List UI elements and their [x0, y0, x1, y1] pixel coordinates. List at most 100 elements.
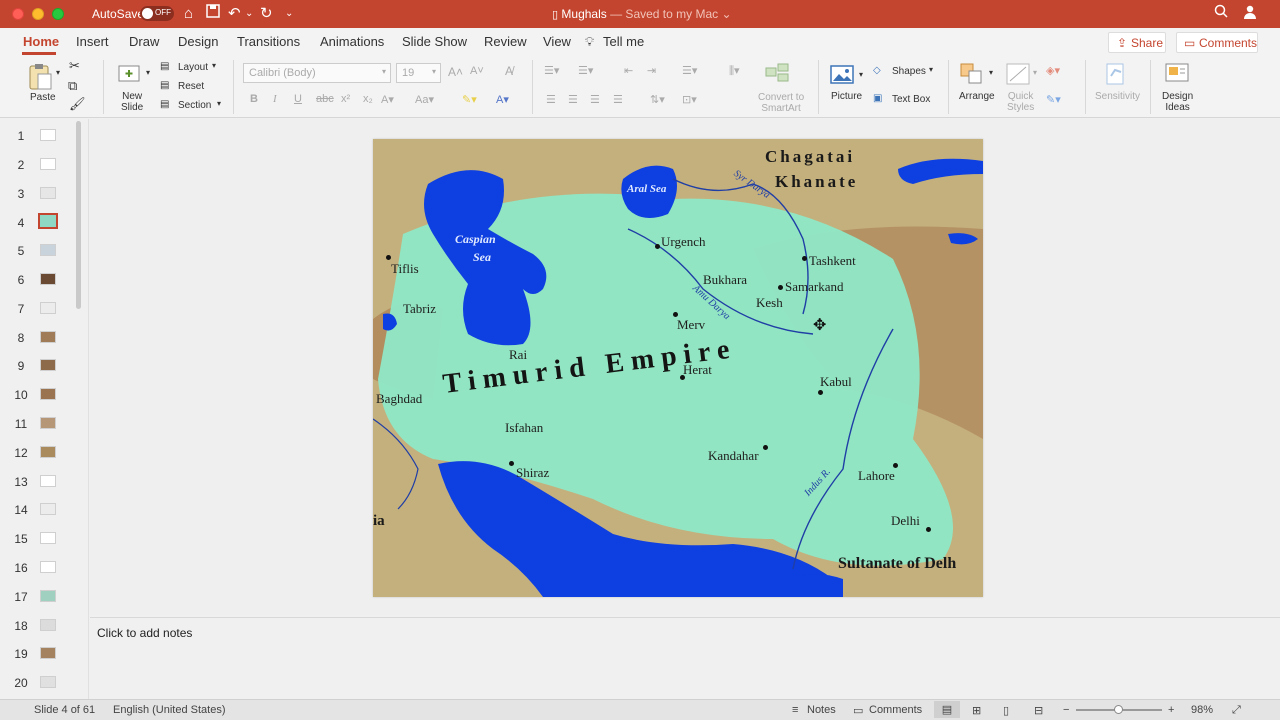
fit-to-window-icon[interactable]: ⤢	[1232, 704, 1241, 717]
arrange-icon[interactable]	[959, 62, 985, 89]
section-dropdown-icon[interactable]: ▾	[217, 99, 221, 108]
highlight-icon[interactable]: ✎▾	[462, 93, 477, 106]
increase-indent-icon[interactable]: ⇥	[647, 64, 656, 77]
font-size-dropdown-icon[interactable]: ▾	[432, 67, 436, 76]
slide-thumbnail-active[interactable]: 4	[0, 211, 80, 235]
account-icon[interactable]	[1242, 4, 1258, 26]
align-left-icon[interactable]: ☰	[546, 93, 556, 106]
zoom-out-icon[interactable]: −	[1063, 704, 1069, 716]
convert-smartart-label[interactable]: Convert to SmartArt	[758, 92, 804, 114]
quick-styles-dropdown-icon[interactable]: ▾	[1033, 68, 1037, 77]
font-size-field[interactable]: 19 ▾	[396, 63, 441, 83]
notes-placeholder[interactable]: Click to add notes	[97, 626, 192, 640]
align-text-icon[interactable]: ⊡▾	[682, 93, 697, 106]
slide-thumbnail[interactable]: 17	[0, 586, 80, 610]
new-slide-dropdown-icon[interactable]: ▾	[146, 68, 150, 77]
section-button[interactable]: Section	[178, 100, 211, 111]
new-slide-icon[interactable]	[116, 62, 142, 89]
layout-dropdown-icon[interactable]: ▾	[212, 61, 216, 70]
minimize-window-button[interactable]	[32, 8, 44, 20]
customize-toolbar-icon[interactable]: ⌄	[285, 4, 293, 24]
shape-outline-icon[interactable]: ✎▾	[1046, 93, 1061, 106]
tab-tell-me[interactable]: Tell me	[603, 34, 644, 49]
zoom-level[interactable]: 98%	[1191, 704, 1213, 716]
sensitivity-label[interactable]: Sensitivity	[1095, 91, 1140, 102]
slide-thumbnail[interactable]: 10	[0, 384, 80, 408]
sensitivity-icon[interactable]	[1103, 62, 1129, 89]
strikethrough-icon[interactable]: abc	[316, 93, 334, 105]
text-effects-icon[interactable]: A▾	[381, 93, 394, 106]
reading-view-icon[interactable]: ▯	[1003, 704, 1009, 717]
arrange-dropdown-icon[interactable]: ▾	[989, 68, 993, 77]
change-case-icon[interactable]: Aa▾	[415, 93, 434, 106]
increase-font-icon[interactable]: A˄	[448, 65, 463, 79]
undo-icon[interactable]: ↶	[228, 4, 241, 24]
columns-icon[interactable]: ⫼▾	[729, 64, 740, 78]
redo-icon[interactable]: ↻	[260, 4, 273, 24]
notes-pane[interactable]: Click to add notes	[90, 617, 1280, 699]
tab-review[interactable]: Review	[484, 34, 527, 49]
numbering-icon[interactable]: ☰▾	[578, 64, 593, 77]
slide-thumbnail[interactable]: 20	[0, 672, 80, 696]
line-spacing-icon[interactable]: ☰▾	[682, 64, 697, 77]
font-name-field[interactable]: Calibri (Body) ▾	[243, 63, 391, 83]
clear-format-icon[interactable]: A̸	[505, 64, 513, 78]
slide-thumbnail[interactable]: 18	[0, 615, 80, 639]
slide-thumbnail[interactable]: 19	[0, 643, 80, 667]
slideshow-view-icon[interactable]: ⊟	[1034, 704, 1043, 717]
text-direction-icon[interactable]: ⇅▾	[650, 93, 665, 106]
slide-thumbnail[interactable]: 6	[0, 269, 80, 293]
format-painter-icon[interactable]: 🖌︎	[69, 96, 86, 112]
layout-button[interactable]: Layout	[178, 62, 208, 73]
comments-status-button[interactable]: Comments	[869, 704, 922, 716]
slide-thumbnail[interactable]: 12	[0, 442, 80, 466]
tab-animations[interactable]: Animations	[320, 34, 384, 49]
slide-thumbnail[interactable]: 13	[0, 471, 80, 495]
picture-icon[interactable]	[829, 64, 855, 89]
decrease-font-icon[interactable]: A˅	[470, 65, 484, 77]
home-icon[interactable]: ⌂	[184, 4, 193, 24]
zoom-in-icon[interactable]: +	[1168, 704, 1174, 716]
shape-fill-icon[interactable]: ◈▾	[1046, 64, 1060, 77]
font-dropdown-icon[interactable]: ▾	[382, 67, 386, 76]
superscript-icon[interactable]: x²	[341, 93, 350, 105]
smartart-icon[interactable]	[764, 62, 790, 87]
picture-dropdown-icon[interactable]: ▾	[859, 70, 863, 79]
current-slide-map[interactable]: Chagatai Khanate Timurid Empire Sultanat…	[373, 139, 983, 597]
picture-label[interactable]: Picture	[831, 91, 862, 102]
language-indicator[interactable]: English (United States)	[113, 704, 226, 716]
paste-dropdown-icon[interactable]: ▾	[56, 68, 60, 77]
slide-thumbnail[interactable]: 5	[0, 240, 80, 264]
tab-home[interactable]: Home	[23, 34, 59, 49]
undo-dropdown-icon[interactable]: ⌄	[245, 4, 253, 24]
slide-thumbnail[interactable]: 15	[0, 528, 80, 552]
slide-thumbnail[interactable]: 11	[0, 413, 80, 437]
comments-button[interactable]: ▭ Comments	[1176, 32, 1258, 53]
design-ideas-icon[interactable]	[1163, 61, 1191, 90]
slide-thumbnail[interactable]: 14	[0, 499, 80, 523]
share-button[interactable]: ⇪ Share	[1108, 32, 1166, 53]
slide-thumbnail[interactable]: 8	[0, 327, 80, 351]
bold-icon[interactable]: B	[250, 93, 258, 105]
slide-thumbnail[interactable]: 3	[0, 183, 80, 207]
autosave-toggle[interactable]: OFF	[140, 6, 174, 21]
slide-thumbnail[interactable]: 7	[0, 298, 80, 322]
font-color-icon[interactable]: A▾	[496, 93, 509, 106]
tab-slide-show[interactable]: Slide Show	[402, 34, 467, 49]
quick-styles-icon[interactable]	[1005, 62, 1031, 89]
maximize-window-button[interactable]	[52, 8, 64, 20]
text-box-button[interactable]: Text Box	[892, 94, 930, 105]
slide-pane-scrollbar[interactable]	[76, 121, 81, 309]
design-ideas-label[interactable]: Design Ideas	[1162, 91, 1193, 113]
slide-thumbnail[interactable]: 16	[0, 557, 80, 581]
tab-draw[interactable]: Draw	[129, 34, 159, 49]
copy-icon[interactable]: ⧉	[68, 78, 77, 94]
shapes-dropdown-icon[interactable]: ▾	[929, 65, 933, 74]
bullets-icon[interactable]: ☰▾	[544, 64, 559, 77]
slide-sorter-icon[interactable]: ⊞	[972, 704, 981, 717]
align-center-icon[interactable]: ☰	[568, 93, 578, 106]
italic-icon[interactable]: I	[273, 93, 277, 105]
arrange-label[interactable]: Arrange	[959, 91, 995, 102]
underline-icon[interactable]: U	[294, 93, 302, 105]
cut-icon[interactable]: ✂	[69, 58, 80, 74]
